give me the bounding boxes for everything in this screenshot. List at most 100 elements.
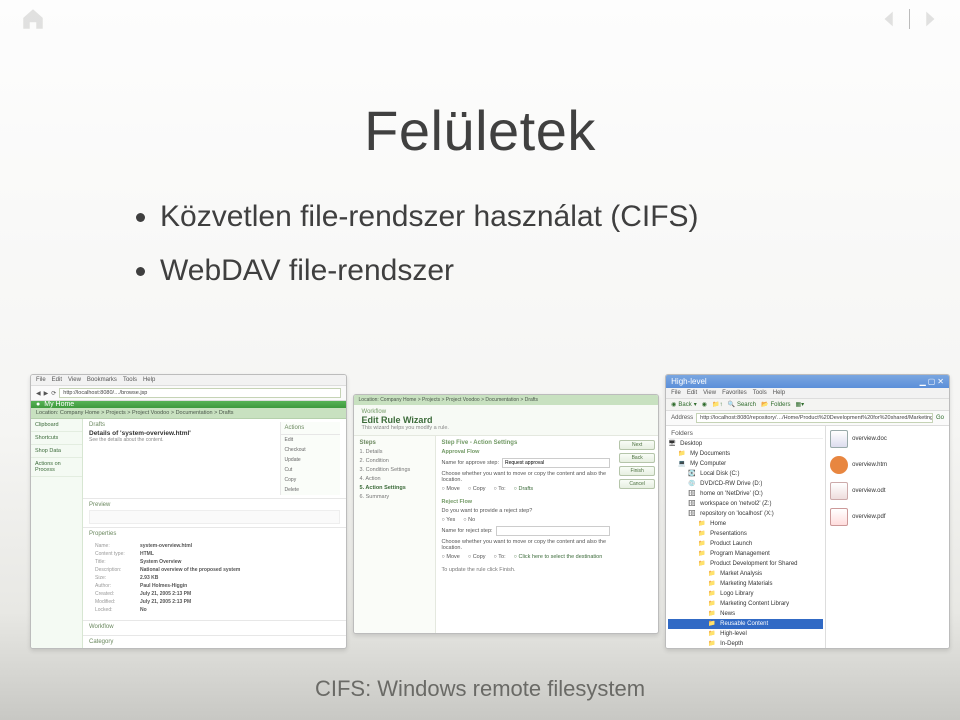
move-radio[interactable]: Move xyxy=(442,554,460,560)
tree-item[interactable]: 💽Local Disk (C:) xyxy=(668,469,823,479)
panel-header[interactable]: Workflow xyxy=(89,624,340,632)
action-item[interactable]: Checkout xyxy=(281,445,340,455)
move-radio[interactable]: Move xyxy=(442,486,460,492)
tree-item[interactable]: 📁In-Depth xyxy=(668,639,823,649)
reject-label: Name for reject step: xyxy=(442,528,493,534)
tree-item[interactable]: 📁High-level xyxy=(668,629,823,639)
action-item[interactable]: Update xyxy=(281,455,340,465)
minimize-icon[interactable]: ▁ xyxy=(920,377,926,386)
forward-button[interactable]: ◉ xyxy=(702,401,707,408)
no-radio[interactable]: No xyxy=(463,517,475,523)
wizard-subtitle: This wizard helps you modify a rule. xyxy=(362,425,651,431)
tree-item[interactable]: 📁Product Development for Shared xyxy=(668,559,823,569)
file-item[interactable]: overview.pdf xyxy=(830,508,945,526)
wizard-step[interactable]: 1. Details xyxy=(360,449,429,455)
maximize-icon[interactable]: ▢ xyxy=(928,377,936,386)
address-field[interactable]: http://localhost:8080/repository/…/Home/… xyxy=(696,413,933,423)
tree-item[interactable]: 📁My Documents xyxy=(668,449,823,459)
views-icon[interactable]: ▦▾ xyxy=(795,401,804,408)
arrow-right-icon[interactable] xyxy=(918,8,940,30)
tree-item[interactable]: 🗄repository on 'localhost' (X:) xyxy=(668,509,823,519)
panel-header[interactable]: Category xyxy=(89,639,340,647)
wizard-step[interactable]: 4. Action xyxy=(360,476,429,482)
action-item[interactable]: Delete xyxy=(281,485,340,495)
yes-radio[interactable]: Yes xyxy=(442,517,456,523)
tree-item[interactable]: 📁Marketing Materials xyxy=(668,579,823,589)
openoffice-icon xyxy=(830,482,848,500)
slide-footer: CIFS: Windows remote filesystem xyxy=(0,676,960,702)
folders-button[interactable]: 📂 Folders xyxy=(761,401,791,408)
tree-item[interactable]: 🗄workspace on 'netvol2' (Z:) xyxy=(668,499,823,509)
close-icon[interactable]: ✕ xyxy=(937,377,944,386)
to-label: To: xyxy=(494,486,506,492)
netdrive-icon: 🗄 xyxy=(688,490,697,499)
next-button[interactable]: Next xyxy=(619,440,655,450)
url-field[interactable]: http://localhost:8080/…/browse.jsp xyxy=(59,388,340,398)
properties-list: Name:system-overview.html Content type:H… xyxy=(89,539,340,617)
file-item[interactable]: overview.htm xyxy=(830,456,945,474)
finish-button[interactable]: Finish xyxy=(619,466,655,476)
action-item[interactable]: Edit xyxy=(281,435,340,445)
wizard-buttons: Next Back Finish Cancel xyxy=(616,436,658,633)
arrow-left-icon[interactable] xyxy=(879,8,901,30)
cancel-button[interactable]: Cancel xyxy=(619,479,655,489)
action-item[interactable]: Cut xyxy=(281,465,340,475)
slide-title: Felületek xyxy=(140,98,820,163)
wizard-step[interactable]: 3. Condition Settings xyxy=(360,467,429,473)
dest-link[interactable]: Drafts xyxy=(514,486,534,492)
radio-row: Move Copy To: Click here to select the d… xyxy=(442,554,611,560)
reject-input[interactable] xyxy=(496,526,611,536)
tree-item[interactable]: 🗄home on 'NetDrive' (O:) xyxy=(668,489,823,499)
file-item[interactable]: overview.doc xyxy=(830,430,945,448)
wizard-steps: Steps 1. Details 2. Condition 3. Conditi… xyxy=(354,436,436,633)
tree-item[interactable]: 📁Presentations xyxy=(668,529,823,539)
forward-icon[interactable]: ▶ xyxy=(44,390,49,397)
back-button[interactable]: ◉ Back ▾ xyxy=(671,401,697,408)
tree-item[interactable]: 🖥Desktop xyxy=(668,439,823,449)
copy-radio[interactable]: Copy xyxy=(468,486,486,492)
detail-subtitle: See the details about the content. xyxy=(89,437,280,443)
sidebar-item[interactable]: Shop Data xyxy=(31,445,82,458)
tree-item[interactable]: 📁Reusable Content xyxy=(668,619,823,629)
folder-icon: 📁 xyxy=(698,520,707,529)
back-button[interactable]: Back xyxy=(619,453,655,463)
wizard-step[interactable]: 2. Condition xyxy=(360,458,429,464)
tree-item[interactable]: 💻My Computer xyxy=(668,459,823,469)
tree-item[interactable]: 📁Market Analysis xyxy=(668,569,823,579)
sidebar-item[interactable]: Shortcuts xyxy=(31,432,82,445)
nav-divider xyxy=(909,9,910,29)
folder-icon: 📁 xyxy=(708,610,717,619)
space-dropdown[interactable]: My Home xyxy=(44,401,74,408)
dest-link[interactable]: Click here to select the destination xyxy=(514,554,603,560)
folder-icon: 📁 xyxy=(698,540,707,549)
update-note: To update the rule click Finish. xyxy=(442,567,611,573)
computer-icon: 💻 xyxy=(678,460,687,469)
properties-header: Properties xyxy=(89,531,340,539)
tree-item[interactable]: 📁Home xyxy=(668,519,823,529)
desktop-icon: 🖥 xyxy=(668,440,677,449)
sidebar-item[interactable]: Clipboard xyxy=(31,419,82,432)
tree-item[interactable]: 📁Product Launch xyxy=(668,539,823,549)
file-item[interactable]: overview.odt xyxy=(830,482,945,500)
detail-title: Details of 'system-overview.html' xyxy=(89,430,280,437)
copy-radio[interactable]: Copy xyxy=(468,554,486,560)
back-icon[interactable]: ◀ xyxy=(36,390,41,397)
wizard-step[interactable]: 6. Summary xyxy=(360,494,429,500)
tree-item[interactable]: 📁Logo Library xyxy=(668,589,823,599)
reload-icon[interactable]: ⟳ xyxy=(51,390,56,397)
explorer-toolbar: ◉ Back ▾ ◉ 📁↑ 🔍 Search 📂 Folders ▦▾ xyxy=(666,399,949,411)
action-item[interactable]: Copy xyxy=(281,475,340,485)
up-icon[interactable]: 📁↑ xyxy=(712,401,722,408)
sidebar-item[interactable]: Actions on Process xyxy=(31,458,82,477)
tree-item[interactable]: 📁News xyxy=(668,609,823,619)
search-button[interactable]: 🔍 Search xyxy=(727,401,756,408)
browser-addressbar: ◀ ▶ ⟳ http://localhost:8080/…/browse.jsp xyxy=(31,386,346,401)
approve-input[interactable] xyxy=(502,458,610,468)
tree-item[interactable]: 💿DVD/CD-RW Drive (D:) xyxy=(668,479,823,489)
netdrive-icon: 🗄 xyxy=(688,500,697,509)
tree-item[interactable]: 📁Marketing Content Library xyxy=(668,599,823,609)
wizard-step[interactable]: 5. Action Settings xyxy=(360,485,429,491)
home-icon[interactable] xyxy=(20,6,46,32)
tree-item[interactable]: 📁Program Management xyxy=(668,549,823,559)
go-button[interactable]: Go xyxy=(936,415,944,421)
